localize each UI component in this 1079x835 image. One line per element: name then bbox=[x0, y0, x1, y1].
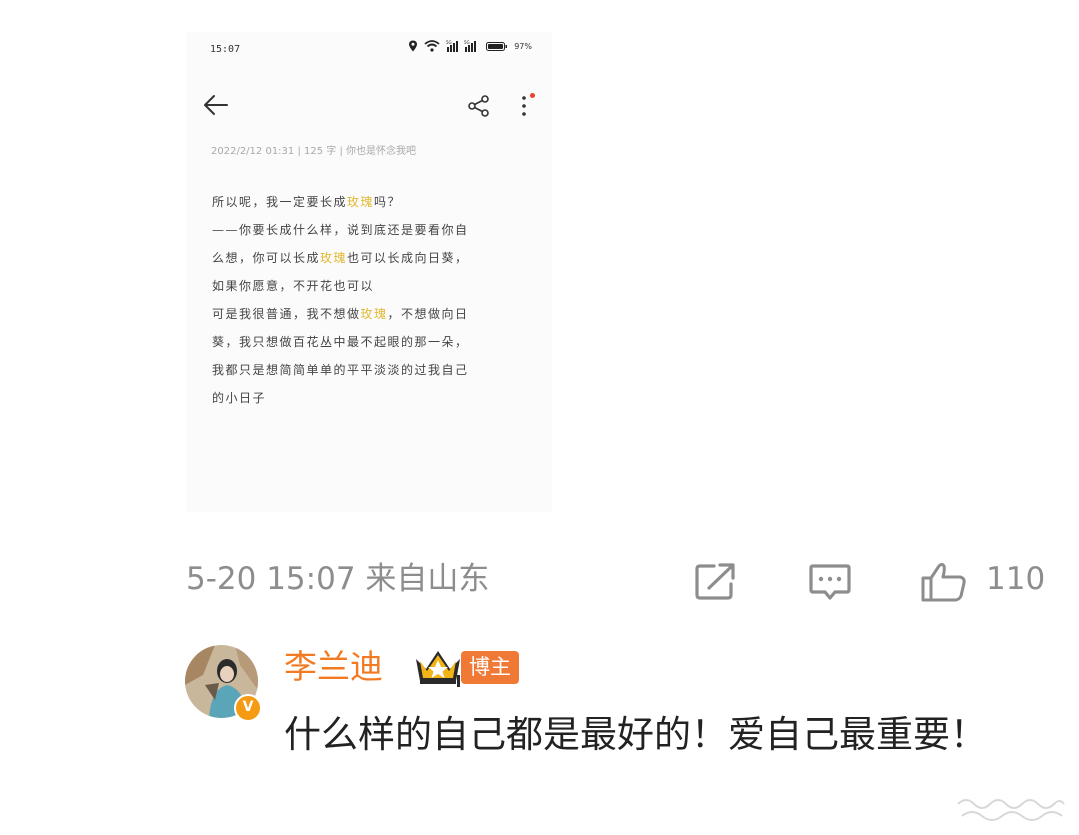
note-line: 葵，我只想做百花丛中最不起眼的那一朵， bbox=[212, 335, 469, 349]
repost-icon[interactable] bbox=[694, 562, 738, 602]
like-count: 110 bbox=[986, 561, 1046, 597]
note-line: 可是我很普通，我不想做玫瑰，不想做向日 bbox=[212, 307, 469, 321]
signal-icon: 5G 5G bbox=[446, 40, 477, 52]
battery-percent: 97% bbox=[514, 41, 532, 51]
crown-icon bbox=[416, 651, 460, 687]
status-icons: 5G 5G 97% bbox=[408, 40, 532, 52]
status-time: 15:07 bbox=[210, 44, 241, 55]
svg-text:5G: 5G bbox=[464, 40, 470, 45]
note-screenshot: 15:07 5G 5G 97% 2022/2/12 01:31 | 125 字 |… bbox=[186, 32, 552, 512]
note-line: 所以呢，我一定要长成玫瑰吗？ bbox=[212, 195, 402, 209]
svg-text:5G: 5G bbox=[446, 40, 452, 45]
watermark-icon bbox=[957, 799, 1065, 821]
post-time-location: 5-20 15:07 来自山东 bbox=[186, 561, 490, 597]
blogger-badge: 博主 bbox=[461, 651, 519, 684]
verified-icon: V bbox=[234, 694, 262, 722]
share-icon[interactable] bbox=[467, 94, 491, 118]
comment-text: 什么样的自己都是最好的！爱自己最重要！ bbox=[284, 713, 987, 756]
username[interactable]: 李兰迪 bbox=[284, 645, 383, 689]
note-line: 么想，你可以长成玫瑰也可以长成向日葵， bbox=[212, 251, 469, 265]
note-line: ——你要长成什么样，说到底还是要看你自 bbox=[212, 223, 469, 237]
notification-dot bbox=[530, 93, 535, 98]
like-icon[interactable] bbox=[920, 562, 968, 602]
note-body: 所以呢，我一定要长成玫瑰吗？ ——你要长成什么样，说到底还是要看你自 么想，你可… bbox=[212, 188, 534, 412]
wifi-icon bbox=[424, 40, 440, 52]
back-arrow-icon[interactable] bbox=[202, 92, 230, 118]
note-line: 我都只是想简简单单的平平淡淡的过我自己 bbox=[212, 363, 469, 377]
note-line: 如果你愿意，不开花也可以 bbox=[212, 279, 375, 293]
post-footer: 5-20 15:07 来自山东 110 bbox=[186, 556, 1056, 604]
location-icon bbox=[409, 40, 418, 52]
comment-icon[interactable] bbox=[808, 562, 852, 602]
battery-icon bbox=[486, 41, 508, 51]
note-line: 的小日子 bbox=[212, 391, 267, 405]
note-meta: 2022/2/12 01:31 | 125 字 | 你也是怀念我吧 bbox=[211, 146, 416, 157]
